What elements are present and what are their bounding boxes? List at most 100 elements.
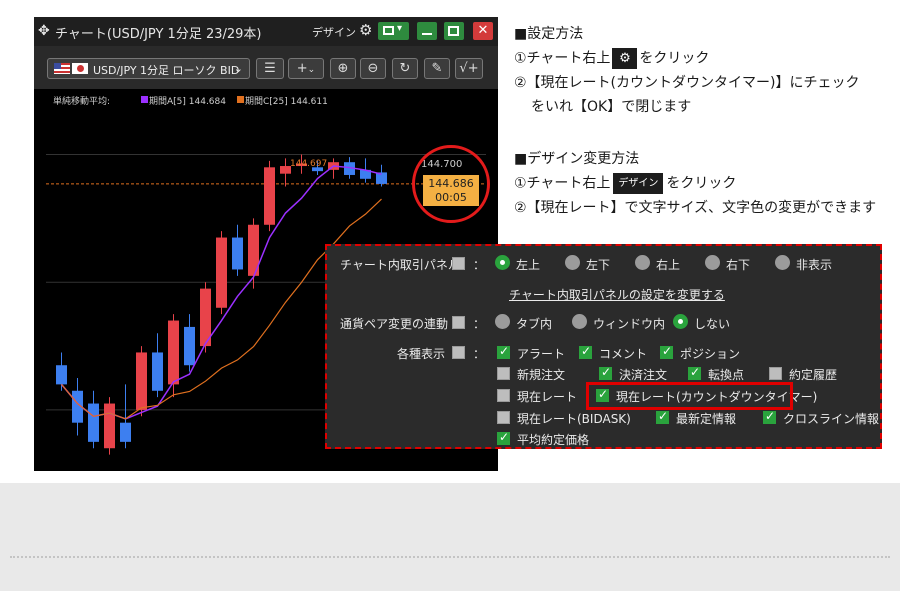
check-close-order[interactable] [599,365,612,380]
ma-c-label: 期間C[25] 144.611 [245,97,328,107]
window-layout-button[interactable]: ▾ [378,22,409,40]
check-new-order[interactable] [497,367,510,380]
radio-top-right[interactable] [635,255,650,270]
design1-text-a: ①チャート右上 [514,175,611,192]
candle-body [184,326,195,366]
radio-in-window[interactable] [572,314,587,329]
row3-checkbox[interactable] [452,346,465,359]
check-latest-execution-label: 最新定情報 [676,412,737,426]
window-icon [383,26,394,35]
zoom-out-button[interactable]: ⊖ [360,58,386,79]
candle-body [104,403,115,449]
candle-body [232,237,243,270]
close-button[interactable]: ✕ [473,22,493,40]
zoom-in-button[interactable]: ⊕ [330,58,356,79]
move-icon[interactable]: ✥ [38,23,50,39]
settings-panel: チャート内取引パネル ： 左上 左下 右上 右下 非表示 チャート内取引パネルの… [325,244,882,449]
jp-flag-icon [72,63,88,74]
row2-label: 通貨ペア変更の連動 [340,317,449,331]
radio-top-left[interactable] [495,255,510,270]
maximize-icon [448,26,459,36]
radio-bottom-left-label: 左下 [586,258,611,272]
highlight-circle [412,145,490,223]
candle-body [120,422,131,442]
row3-label: 各種表示 [397,347,446,361]
check-position[interactable] [660,344,673,359]
candle-body [168,320,179,385]
design-step-2: ②【現在レート】で文字サイズ、文字色の変更ができます [514,200,877,216]
radio-top-left-label: 左上 [516,258,541,272]
radio-in-tab[interactable] [495,314,510,329]
maximize-button[interactable] [444,22,464,40]
check-current-rate-bidask-label: 現在レート(BIDASK) [517,412,631,426]
trade-panel-settings-link[interactable]: チャート内取引パネルの設定を変更する [509,286,725,303]
gear-icon[interactable]: ⚙ [359,21,372,39]
step1-text-b: をクリック [639,50,710,67]
close-icon: ✕ [477,23,489,38]
check-turning-point-label: 転換点 [708,368,745,382]
check-turning-point[interactable] [688,365,701,380]
indicator-button[interactable]: √+ [455,58,483,79]
check-execution-history[interactable] [769,367,782,380]
layers-icon: ☰ [264,61,276,76]
settings-step-2-cont: をいれ【OK】で閉じます [531,99,692,115]
radio-none[interactable] [673,314,688,329]
candle-body [152,352,163,391]
check-comment[interactable] [579,344,592,359]
minimize-button[interactable] [417,22,437,40]
indicator-icon: √+ [459,61,479,76]
settings-step-2: ②【現在レート(カウントダウンタイマー)】にチェック [514,75,860,91]
zoom-in-icon: ⊕ [337,61,349,76]
candle-body [88,403,99,442]
radio-bottom-left[interactable] [565,255,580,270]
countdown-highlight-box [586,382,793,410]
dotted-divider [10,556,890,558]
pencil-icon: ✎ [431,61,443,76]
colon: ： [473,347,486,361]
title-bar[interactable]: ✥ チャート(USD/JPY 1分足 23/29本) デザイン ⚙ ▾ ✕ [34,17,498,46]
layers-button[interactable]: ☰ [256,58,284,79]
window-title: チャート(USD/JPY 1分足 23/29本) [55,27,262,42]
candle-body [216,237,227,308]
candle-body [56,365,67,385]
colon: ： [473,317,486,331]
ma-a-label: 期間A[5] 144.684 [149,97,226,107]
refresh-button[interactable]: ↻ [392,58,418,79]
radio-top-right-label: 右上 [656,258,681,272]
check-execution-history-label: 約定履歴 [789,368,838,382]
check-current-rate[interactable] [497,389,510,402]
design-button[interactable]: デザイン [312,24,356,40]
row1-checkbox[interactable] [452,257,465,270]
gear-icon: ⚙ [612,48,638,69]
pencil-button[interactable]: ✎ [424,58,450,79]
symbol-select[interactable]: USD/JPY 1分足 ローソク BID ⌄ [47,58,250,79]
row2-checkbox[interactable] [452,316,465,329]
radio-none-label: しない [694,317,731,331]
row1-label: チャート内取引パネル [340,258,460,272]
settings-heading: ■設定方法 [514,26,584,42]
bottom-band [0,483,900,591]
check-alert[interactable] [497,344,510,359]
radio-bottom-right-label: 右下 [726,258,751,272]
chart-toolbar: USD/JPY 1分足 ローソク BID ⌄ ☰ +⌄ ⊕ ⊖ ↻ ✎ √+ [34,46,498,89]
minimize-icon [422,33,432,35]
colon: ： [473,258,486,272]
indicator-legend: 単純移動平均: 期間A[5] 144.684 期間C[25] 144.611 [34,89,498,109]
radio-in-tab-label: タブ内 [516,317,553,331]
candle-body [264,167,275,225]
radio-hidden[interactable] [775,255,790,270]
check-average-price[interactable] [497,430,510,445]
chevron-down-icon: ⌄ [233,62,243,75]
radio-in-window-label: ウィンドウ内 [593,317,666,331]
chevron-down-icon: ▾ [397,23,403,34]
crosshair-button[interactable]: +⌄ [288,58,324,79]
step1-text-a: ①チャート右上 [514,50,611,67]
design-chip: デザイン [613,173,664,194]
check-current-rate-bidask[interactable] [497,411,510,424]
check-latest-execution[interactable] [656,409,669,424]
design-heading: ■デザイン変更方法 [514,151,640,167]
radio-bottom-right[interactable] [705,255,720,270]
check-crossline-info-label: クロスライン情報 [783,412,880,426]
check-crossline-info[interactable] [763,409,776,424]
high-annotation: 144.697 [290,159,328,169]
